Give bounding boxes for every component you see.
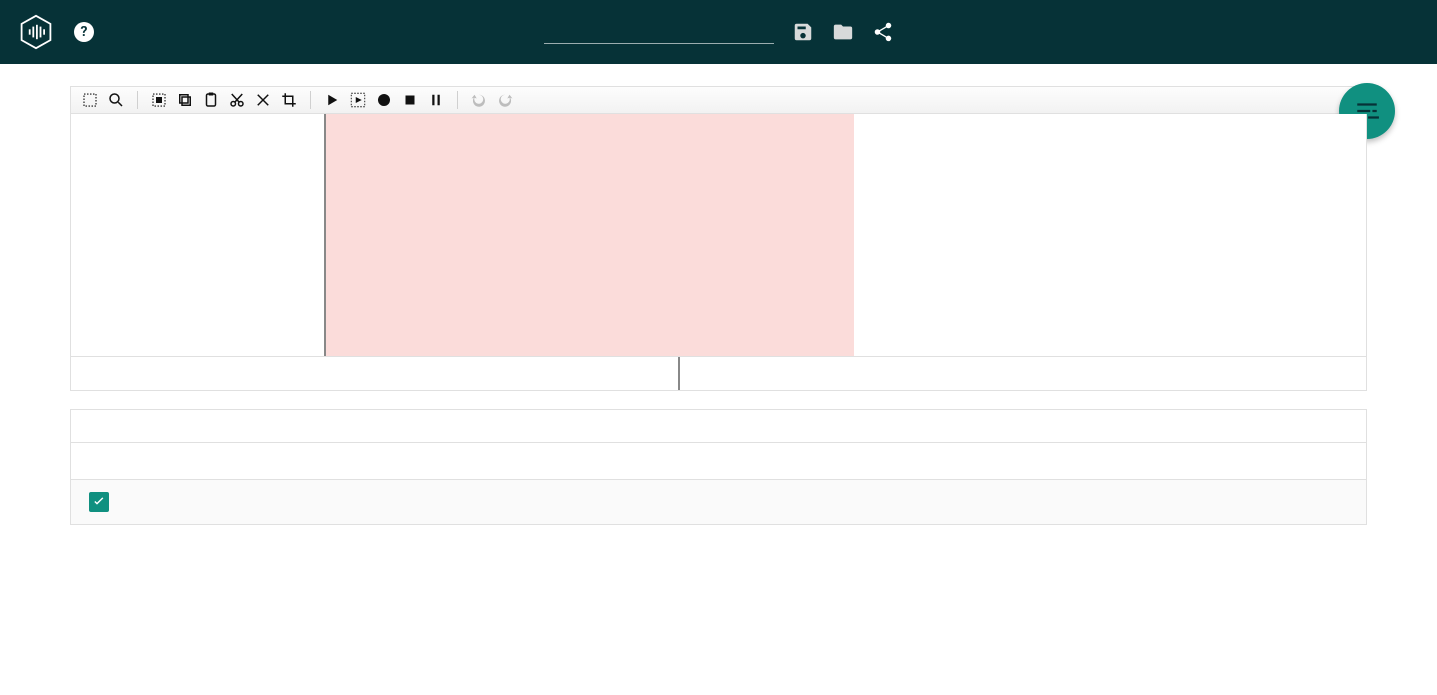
selection-region[interactable] — [324, 114, 855, 356]
header-center — [544, 21, 894, 44]
paste-icon[interactable] — [200, 89, 222, 111]
separator-icon — [310, 91, 311, 109]
select-all-icon[interactable] — [148, 89, 170, 111]
file-name-input[interactable] — [544, 21, 774, 44]
waveform-graphic — [71, 114, 371, 264]
redo-icon[interactable] — [494, 89, 516, 111]
waveform-mini-graphic — [71, 357, 371, 391]
save-icon[interactable] — [792, 21, 814, 43]
delete-icon[interactable] — [252, 89, 274, 111]
play-icon[interactable] — [321, 89, 343, 111]
zoom-icon[interactable] — [105, 89, 127, 111]
copy-icon[interactable] — [174, 89, 196, 111]
separator-icon — [137, 91, 138, 109]
waveform-overview[interactable] — [70, 357, 1367, 391]
check-icon — [91, 494, 107, 510]
logo: ? — [18, 14, 94, 50]
app-header: ? — [0, 0, 1437, 64]
effect-footer — [71, 479, 1366, 524]
pause-icon[interactable] — [425, 89, 447, 111]
marquee-select-icon[interactable] — [79, 89, 101, 111]
separator-icon — [457, 91, 458, 109]
waveform-main[interactable] — [70, 114, 1367, 357]
crop-icon[interactable] — [278, 89, 300, 111]
play-selection-icon[interactable] — [347, 89, 369, 111]
undo-icon[interactable] — [468, 89, 490, 111]
logo-icon — [18, 14, 54, 50]
editor-toolbar — [70, 86, 1367, 114]
effect-panel — [70, 409, 1367, 525]
cut-icon[interactable] — [226, 89, 248, 111]
share-icon[interactable] — [872, 21, 894, 43]
apply-to-selection-checkbox[interactable] — [89, 492, 109, 512]
effect-controls — [71, 443, 1366, 479]
workspace — [70, 86, 1367, 525]
help-icon[interactable]: ? — [74, 22, 94, 42]
effect-title — [71, 410, 1366, 443]
folder-icon[interactable] — [832, 21, 854, 43]
record-icon[interactable] — [373, 89, 395, 111]
stop-icon[interactable] — [399, 89, 421, 111]
